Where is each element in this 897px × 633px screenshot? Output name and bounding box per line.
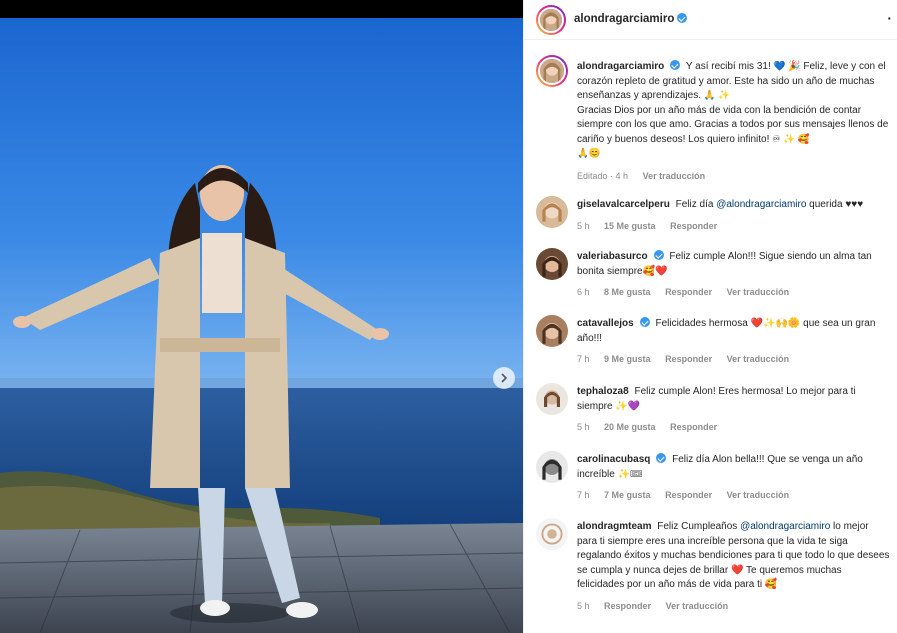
comment-text-after: querida ♥♥♥ — [806, 199, 864, 210]
author-username[interactable]: alondragarciamiro — [574, 13, 688, 25]
comment-reply-button[interactable]: Responder — [670, 422, 717, 432]
commenter-avatar[interactable] — [536, 383, 568, 415]
comment-time: 5 h — [577, 220, 590, 231]
commenter-avatar[interactable] — [536, 196, 568, 228]
post-caption: alondragarciamiro Y así recibí mis 31! 💙… — [536, 55, 891, 183]
caption-edited: Editado · 4 h — [577, 170, 629, 181]
comment-username[interactable]: catavallejos — [577, 318, 634, 329]
comment-likes[interactable]: 9 Me gusta — [604, 354, 651, 364]
comment-translate-link[interactable]: Ver traducción — [727, 287, 790, 297]
comment-username[interactable]: alondragmteam — [577, 521, 651, 532]
post-photo — [0, 18, 523, 633]
top-black-bar — [0, 0, 523, 18]
comment-time: 6 h — [577, 287, 590, 297]
post-header: alondragarciamiro · — [524, 0, 897, 40]
comment-translate-link[interactable]: Ver traducción — [666, 601, 729, 611]
comment-item: tephaloza8 Feliz cumple Alon! Eres hermo… — [536, 383, 891, 435]
caption-emoji-2: 🙏 ✨ — [703, 90, 731, 101]
commenter-avatar[interactable] — [536, 315, 568, 347]
verified-badge-icon — [639, 317, 650, 327]
caption-emoji-1: 💙 — [773, 61, 786, 72]
caption-avatar[interactable] — [536, 55, 568, 87]
more-options-icon[interactable]: · — [887, 10, 892, 26]
commenter-avatar[interactable] — [536, 248, 568, 280]
comment-item: alondragmteam Feliz Cumpleaños @alondrag… — [536, 518, 891, 613]
comment-translate-link[interactable]: Ver traducción — [727, 354, 790, 364]
comment-likes[interactable]: 7 Me gusta — [604, 490, 651, 500]
comment-time: 5 h — [577, 422, 590, 432]
comment-reply-button[interactable]: Responder — [665, 354, 712, 364]
comment-time: 7 h — [577, 354, 590, 364]
chevron-right-icon — [501, 373, 508, 383]
comment-likes[interactable]: 8 Me gusta — [604, 287, 651, 297]
post-photo-panel — [0, 0, 523, 633]
caption-username[interactable]: alondragarciamiro — [577, 61, 664, 72]
comment-likes[interactable]: 20 Me gusta — [604, 422, 656, 432]
caption-emoji-3: ♾ ✨ 🥰 — [772, 133, 810, 145]
comment-time: 7 h — [577, 490, 590, 500]
next-photo-button[interactable] — [493, 367, 515, 389]
comment-username[interactable]: giselavalcarcelperu — [577, 199, 670, 210]
verified-badge-icon — [677, 13, 688, 23]
comment-text: Feliz Cumpleaños — [657, 521, 741, 532]
comment-mention[interactable]: @alondragarciamiro — [716, 199, 806, 210]
comment-username[interactable]: valeriabasurco — [577, 251, 648, 262]
commenter-avatar[interactable] — [536, 518, 568, 550]
commenter-avatar[interactable] — [536, 451, 568, 483]
comment-reply-button[interactable]: Responder — [604, 601, 651, 611]
comment-item: valeriabasurco Feliz cumple Alon!!! Sigu… — [536, 248, 891, 300]
comment-translate-link[interactable]: Ver traducción — [727, 490, 790, 500]
comment-text: Feliz día — [675, 199, 717, 210]
author-avatar[interactable] — [536, 5, 566, 35]
verified-badge-icon — [670, 60, 681, 70]
comment-item: catavallejos Felicidades hermosa ❤️✨🙌🌼 q… — [536, 315, 891, 367]
comment-reply-button[interactable]: Responder — [665, 287, 712, 297]
caption-text-3: Gracias Dios por un año más de vida con … — [577, 104, 889, 145]
comment-time: 5 h — [577, 600, 590, 611]
caption-emoji-4: 🙏😊 — [577, 148, 601, 159]
comment-mention[interactable]: @alondragarciamiro — [740, 521, 830, 532]
verified-badge-icon — [653, 250, 664, 260]
comment-likes[interactable]: 15 Me gusta — [604, 221, 656, 231]
verified-badge-icon — [656, 453, 667, 463]
comment-username[interactable]: tephaloza8 — [577, 386, 629, 397]
comment-username[interactable]: carolinacubasq — [577, 454, 650, 465]
author-username-text[interactable]: alondragarciamiro — [574, 13, 674, 25]
comment-reply-button[interactable]: Responder — [670, 221, 717, 231]
post-sidebar: alondragarciamiro · alondragarciamiro Y … — [523, 0, 897, 633]
caption-translate-link[interactable]: Ver traducción — [643, 171, 706, 181]
caption-text-1: Y así recibí mis 31! — [685, 61, 774, 72]
comment-item: giselavalcarcelperu Feliz día @alondraga… — [536, 196, 891, 233]
comment-reply-button[interactable]: Responder — [665, 490, 712, 500]
comment-item: carolinacubasq Feliz día Alon bella!!! Q… — [536, 451, 891, 503]
